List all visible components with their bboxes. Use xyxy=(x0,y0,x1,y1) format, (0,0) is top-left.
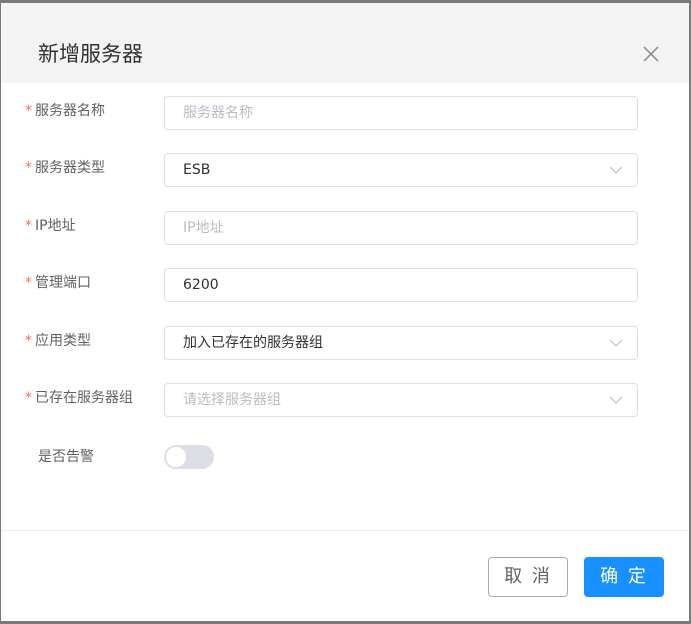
ip-address-input[interactable] xyxy=(183,212,603,244)
form-row-existing-group: * 已存在服务器组 请选择服务器组 xyxy=(1,383,689,419)
server-name-input[interactable] xyxy=(183,97,603,129)
existing-group-select[interactable]: 请选择服务器组 xyxy=(164,383,638,417)
cancel-button[interactable]: 取 消 xyxy=(488,557,568,597)
add-server-dialog: 新增服务器 *服务器名称 *服务器类型 ESB *IP地址 *管理端口 xyxy=(1,3,689,621)
app-type-label: * 应用类型 xyxy=(25,331,91,351)
chevron-down-icon xyxy=(609,166,623,174)
app-type-value: 加入已存在的服务器组 xyxy=(183,335,323,351)
ip-address-label-text: IP地址 xyxy=(35,218,76,234)
required-mark: * xyxy=(25,218,32,234)
ip-address-label: * IP地址 xyxy=(25,216,76,236)
dialog-title: 新增服务器 xyxy=(38,42,143,66)
server-name-label: * 服务器名称 xyxy=(25,101,105,121)
chevron-down-icon xyxy=(609,396,623,404)
manage-port-field xyxy=(164,268,638,302)
existing-group-placeholder: 请选择服务器组 xyxy=(183,392,281,408)
server-type-label: * 服务器类型 xyxy=(25,158,105,178)
required-mark: * xyxy=(25,275,32,291)
required-mark: * xyxy=(25,103,32,119)
form-row-server-type: * 服务器类型 ESB xyxy=(1,153,689,189)
required-mark: * xyxy=(25,390,32,406)
alarm-switch[interactable] xyxy=(164,445,214,469)
existing-group-label: * 已存在服务器组 xyxy=(25,388,133,408)
manage-port-label: * 管理端口 xyxy=(25,273,91,293)
form-row-server-name: * 服务器名称 xyxy=(1,96,689,132)
required-mark: * xyxy=(25,333,32,349)
footer-divider xyxy=(1,530,689,531)
form-row-app-type: * 应用类型 加入已存在的服务器组 xyxy=(1,326,689,362)
ip-address-field xyxy=(164,211,638,245)
confirm-button[interactable]: 确 定 xyxy=(584,557,664,597)
server-name-field xyxy=(164,96,638,130)
server-type-select[interactable]: ESB xyxy=(164,153,638,187)
required-mark: * xyxy=(25,160,32,176)
server-name-label-text: 服务器名称 xyxy=(35,103,105,119)
server-type-label-text: 服务器类型 xyxy=(35,160,105,176)
server-type-value: ESB xyxy=(183,162,211,178)
dialog-header: 新增服务器 xyxy=(1,3,689,83)
form-row-manage-port: * 管理端口 xyxy=(1,268,689,304)
close-icon[interactable] xyxy=(641,44,661,64)
manage-port-label-text: 管理端口 xyxy=(35,275,91,291)
app-type-label-text: 应用类型 xyxy=(35,333,91,349)
form-row-alarm: 是否告警 xyxy=(1,444,689,480)
alarm-label: 是否告警 xyxy=(38,449,94,465)
chevron-down-icon xyxy=(609,339,623,347)
existing-group-label-text: 已存在服务器组 xyxy=(35,390,133,406)
app-type-select[interactable]: 加入已存在的服务器组 xyxy=(164,326,638,360)
manage-port-input[interactable] xyxy=(183,269,603,301)
switch-knob xyxy=(166,447,186,467)
form-row-ip-address: * IP地址 xyxy=(1,211,689,247)
